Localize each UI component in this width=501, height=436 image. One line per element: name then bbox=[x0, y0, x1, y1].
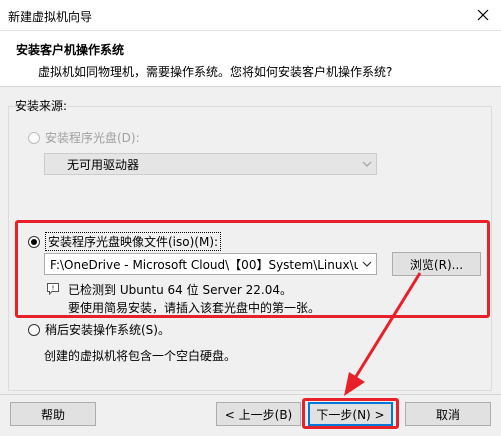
annotation-arrow bbox=[344, 272, 422, 396]
